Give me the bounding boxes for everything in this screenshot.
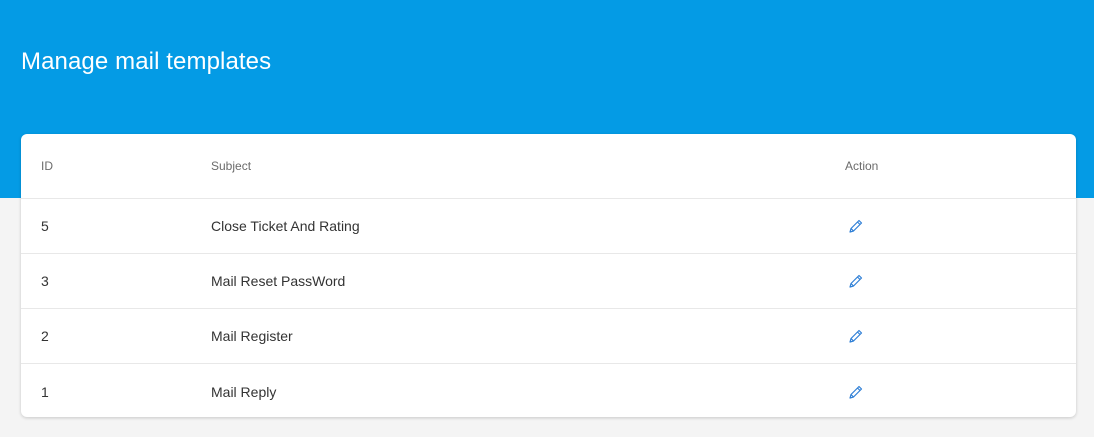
table-header-row: ID Subject Action: [21, 134, 1076, 199]
table-row: 3 Mail Reset PassWord: [21, 254, 1076, 309]
edit-pencil-icon[interactable]: [845, 270, 867, 292]
row-action: [845, 309, 867, 363]
mail-templates-table: ID Subject Action 5 Close Ticket And Rat…: [21, 134, 1076, 417]
row-subject: Mail Reset PassWord: [211, 273, 346, 289]
row-action: [845, 364, 867, 417]
row-id: 1: [41, 383, 49, 400]
table-row: 5 Close Ticket And Rating: [21, 199, 1076, 254]
edit-pencil-icon[interactable]: [845, 325, 867, 347]
column-header-id: ID: [41, 159, 53, 173]
row-action: [845, 199, 867, 253]
row-action: [845, 254, 867, 308]
row-id: 5: [41, 218, 49, 234]
row-subject: Mail Register: [211, 328, 293, 344]
table-row: 1 Mail Reply: [21, 364, 1076, 417]
page-title: Manage mail templates: [21, 48, 272, 75]
row-subject: Mail Reply: [211, 383, 277, 400]
column-header-subject: Subject: [211, 159, 252, 173]
row-id: 2: [41, 328, 49, 344]
edit-pencil-icon[interactable]: [845, 381, 867, 403]
edit-pencil-icon[interactable]: [845, 215, 867, 237]
row-subject: Close Ticket And Rating: [211, 218, 360, 234]
table-row: 2 Mail Register: [21, 309, 1076, 364]
row-id: 3: [41, 273, 49, 289]
column-header-action: Action: [845, 159, 879, 173]
